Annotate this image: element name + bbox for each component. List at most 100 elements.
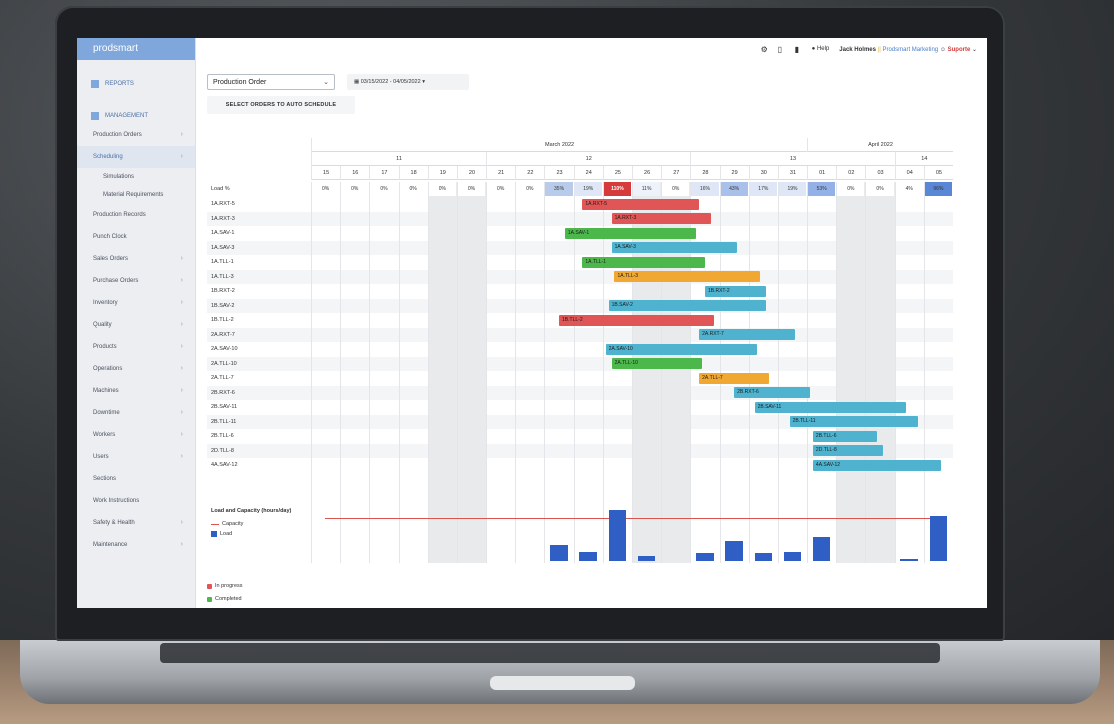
day-column [807,182,836,563]
gantt-row-label: 1B.SAV-2 [211,302,235,309]
sidebar-item-downtime[interactable]: Downtime › [77,402,195,424]
chevron-right-icon: › [180,365,183,372]
sidebar-section-reports[interactable]: REPORTS [77,60,195,92]
header-separator: || [877,46,881,53]
sidebar-item-workers[interactable]: Workers › [77,424,195,446]
sidebar-item-simulations[interactable]: Simulations [77,168,195,186]
task-bar[interactable]: 1B.TLL-2 [559,314,714,326]
sidebar-item-users[interactable]: Users › [77,446,195,468]
task-bar[interactable]: 1A.SAV-1 [564,227,697,239]
task-bar[interactable]: 4A.SAV-12 [812,459,942,471]
chevron-right-icon: › [180,255,183,262]
support-label: Suporte [947,46,971,53]
sidebar-item-scheduling[interactable]: Scheduling › [77,146,195,168]
sidebar-item-sales-orders[interactable]: Sales Orders › [77,248,195,270]
sidebar-item-products[interactable]: Products › [77,336,195,358]
day-column [456,182,487,563]
help-label: Help [816,46,830,52]
load-percent-cell: 0% [399,182,427,196]
task-bar[interactable]: 2A.SAV-10 [605,343,758,355]
sidebar-item-sections[interactable]: Sections [77,468,195,490]
task-bar[interactable]: 2A.TLL-10 [611,358,703,369]
calendar-icon: ▦ [354,79,360,85]
task-bar[interactable]: 1A.RXT-5 [582,198,700,210]
month-header-cell: April 2022 [807,138,953,152]
sidebar-item-maintenance[interactable]: Maintenance › [77,534,195,556]
day-header-cell: 04 [894,166,924,180]
gantt-row-label: 2B.TLL-6 [211,433,234,439]
sidebar-item-punch-clock[interactable]: Punch Clock [77,226,195,248]
task-bar[interactable]: 2A.TLL-7 [699,372,770,384]
sidebar-item-purchase-orders[interactable]: Purchase Orders › [77,270,195,292]
load-bar [812,536,831,561]
sidebar-item-label: Inventory [93,300,118,306]
day-column [632,182,662,563]
chevron-right-icon: › [180,519,183,526]
date-range-picker[interactable]: ▦ 03/15/2022 - 04/05/2022 ▾ [347,74,469,90]
task-bar[interactable]: 2D.TLL-8 [812,445,883,456]
load-legend-label: Load [220,531,233,537]
sidebar-item-label: Products [93,344,117,350]
task-bar[interactable]: 1A.TLL-1 [582,256,705,268]
load-bar [754,552,773,561]
day-header-cell: 23 [544,166,573,180]
sidebar-item-production-records[interactable]: Production Records [77,204,195,226]
day-column [311,182,340,563]
task-bar[interactable]: 1A.TLL-3 [614,271,761,282]
auto-schedule-button[interactable]: SELECT ORDERS TO AUTO SCHEDULE [207,96,355,114]
gear-icon[interactable]: ⚙ [761,45,768,53]
sidebar-item-work-instructions[interactable]: Work Instructions [77,490,195,512]
gantt-row-label: 1B.TLL-2 [211,317,234,323]
gantt-row-label: 1B.RXT-2 [211,288,235,294]
phone-icon[interactable]: ▯ [778,45,785,53]
sidebar-item-operations[interactable]: Operations › [77,358,195,380]
sidebar-item-material-requirements[interactable]: Material Requirements [77,186,195,204]
day-column [894,182,924,563]
load-percent-cell: 0% [662,182,690,196]
in-progress-label: In progress [215,583,243,589]
task-bar[interactable]: 2B.TLL-6 [812,430,878,442]
bookmark-icon[interactable]: ▮ [795,45,802,53]
order-type-select[interactable]: Production Order ⌄ [207,74,335,90]
sidebar-item-label: Simulations [103,174,135,180]
sidebar-section-management[interactable]: MANAGEMENT › [77,38,195,124]
task-bar[interactable]: 2B.RXT-6 [734,387,810,398]
day-header-cell: 20 [456,166,486,180]
task-bar[interactable]: 1B.RXT-2 [704,285,767,297]
load-percent-cell: 110% [603,182,631,196]
chevron-right-icon: › [180,321,183,328]
gantt-row-label: 2A.TLL-10 [211,360,237,367]
sidebar-item-label: Punch Clock [93,234,127,240]
task-bar[interactable]: 1A.SAV-3 [611,242,738,253]
load-bar [900,559,918,561]
gantt-row-label: 1A.SAV-1 [211,230,235,236]
brand-logo[interactable]: prodsmart [77,38,195,60]
sidebar-item-quality[interactable]: Quality › [77,314,195,336]
sidebar-item-production-orders[interactable]: Production Orders › [77,124,195,146]
sidebar-item-safety-health[interactable]: Safety & Health › [77,512,195,534]
day-column [544,182,573,563]
day-header-cell: 01 [807,166,836,180]
day-header-cell: 17 [369,166,398,180]
sidebar-item-label: Material Requirements [103,192,164,198]
help-link[interactable]: ● Help [812,46,830,52]
week-header-row: 11 12 13 14 [311,152,953,166]
sidebar-item-label: Workers [93,432,116,438]
task-bar[interactable]: 2B.SAV-11 [754,401,907,413]
task-bar[interactable]: 2B.TLL-11 [789,416,918,427]
user-menu[interactable]: Jack Holmes || Prodsmart Marketing ☺ Sup… [839,46,977,53]
chevron-right-icon: › [180,131,183,138]
sidebar-section-label: REPORTS [105,81,134,87]
sidebar-item-label: Maintenance [93,542,128,548]
task-bar[interactable]: 2A.RXT-7 [699,329,796,340]
task-bar[interactable]: 1A.RXT-3 [611,213,711,224]
day-header-cell: 18 [398,166,428,180]
load-percent-cell: 16% [691,182,719,196]
day-column [515,182,544,563]
in-progress-swatch [207,583,212,589]
task-bar[interactable]: 1B.SAV-2 [608,300,767,311]
sidebar-item-machines[interactable]: Machines › [77,380,195,402]
sidebar-item-inventory[interactable]: Inventory › [77,292,195,314]
day-column [836,182,866,563]
load-legend: Load [211,531,232,537]
